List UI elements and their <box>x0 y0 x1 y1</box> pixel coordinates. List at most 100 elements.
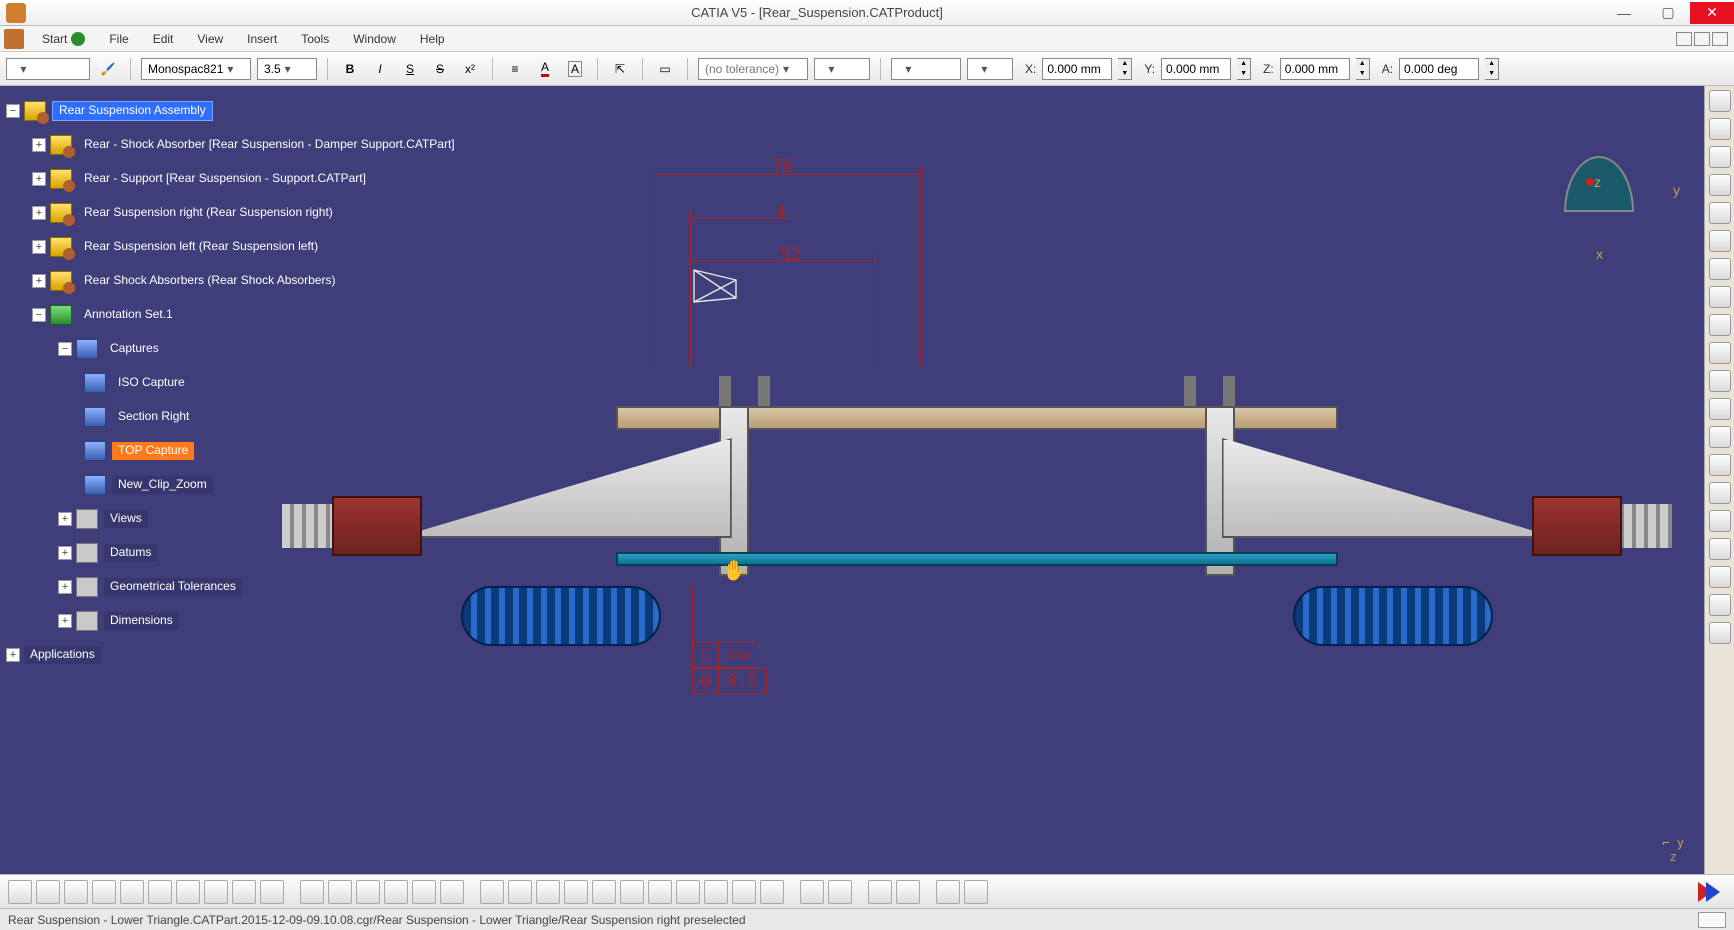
tool-icon[interactable] <box>356 880 380 904</box>
tool-icon[interactable] <box>1709 314 1731 336</box>
pan-icon[interactable] <box>508 880 532 904</box>
tool-icon[interactable] <box>1709 426 1731 448</box>
tree-expander[interactable]: + <box>32 138 46 152</box>
brush-icon[interactable]: 🖌️ <box>96 58 120 80</box>
formula-icon[interactable] <box>300 880 324 904</box>
z-spin[interactable]: ▲▼ <box>1356 58 1370 80</box>
tree-expander[interactable]: + <box>58 580 72 594</box>
tree-item[interactable]: Datums <box>104 544 157 561</box>
tool-icon[interactable] <box>328 880 352 904</box>
hide-show-icon[interactable] <box>732 880 756 904</box>
tree-expander[interactable]: + <box>32 172 46 186</box>
tree-expander[interactable]: + <box>6 648 20 662</box>
tool-icon[interactable] <box>412 880 436 904</box>
tree-capture-active[interactable]: TOP Capture <box>112 442 194 459</box>
new-icon[interactable] <box>8 880 32 904</box>
y-input[interactable]: 0.000 mm <box>1161 58 1231 80</box>
close-button[interactable]: ✕ <box>1690 2 1734 24</box>
tree-expander[interactable]: + <box>32 240 46 254</box>
tree-item[interactable]: Geometrical Tolerances <box>104 578 242 595</box>
tool-icon[interactable] <box>1709 230 1731 252</box>
unit-combo-2[interactable]: ▾ <box>967 58 1013 80</box>
tool-icon[interactable] <box>1709 90 1731 112</box>
workspace-3d[interactable]: −Rear Suspension Assembly +Rear - Shock … <box>0 86 1734 874</box>
tool-icon[interactable] <box>1709 510 1731 532</box>
strike-button[interactable]: S <box>428 58 452 80</box>
menu-file[interactable]: File <box>97 28 140 50</box>
x-input[interactable]: 0.000 mm <box>1042 58 1112 80</box>
render-mode-icon[interactable] <box>704 880 728 904</box>
menu-view[interactable]: View <box>185 28 235 50</box>
swap-visible-icon[interactable] <box>760 880 784 904</box>
unit-combo-1[interactable]: ▾ <box>891 58 961 80</box>
mdi-restore[interactable] <box>1694 32 1710 46</box>
tree-capture[interactable]: New_Clip_Zoom <box>112 476 213 493</box>
open-icon[interactable] <box>36 880 60 904</box>
tool-icon[interactable] <box>1709 370 1731 392</box>
print-icon[interactable] <box>92 880 116 904</box>
tool-icon[interactable] <box>1709 482 1731 504</box>
normal-view-icon[interactable] <box>620 880 644 904</box>
fit-all-icon[interactable] <box>480 880 504 904</box>
style-combo[interactable]: ▾ <box>6 58 90 80</box>
tool-icon[interactable] <box>384 880 408 904</box>
tool-icon[interactable] <box>440 880 464 904</box>
menu-insert[interactable]: Insert <box>235 28 289 50</box>
tree-expander[interactable]: + <box>58 512 72 526</box>
x-spin[interactable]: ▲▼ <box>1118 58 1132 80</box>
italic-button[interactable]: I <box>368 58 392 80</box>
menu-tools[interactable]: Tools <box>289 28 341 50</box>
tol-val1[interactable]: ▾ <box>814 58 870 80</box>
select-icon[interactable] <box>1709 118 1731 140</box>
menu-help[interactable]: Help <box>408 28 457 50</box>
whatsthis-icon[interactable] <box>260 880 284 904</box>
y-spin[interactable]: ▲▼ <box>1237 58 1251 80</box>
tool-icon[interactable] <box>964 880 988 904</box>
mdi-close[interactable] <box>1712 32 1728 46</box>
tool-icon[interactable] <box>800 880 824 904</box>
zoom-in-icon[interactable] <box>564 880 588 904</box>
anchor-icon[interactable]: ⇱ <box>608 58 632 80</box>
compass-origin[interactable] <box>1586 178 1594 186</box>
tree-item[interactable]: Dimensions <box>104 612 179 629</box>
tree-item[interactable]: Captures <box>104 340 165 357</box>
highlight-button[interactable]: A <box>563 58 587 80</box>
tool-icon[interactable] <box>1709 538 1731 560</box>
tool-icon[interactable] <box>1709 566 1731 588</box>
save-icon[interactable] <box>64 880 88 904</box>
a-spin[interactable]: ▲▼ <box>1485 58 1499 80</box>
superscript-button[interactable]: x² <box>458 58 482 80</box>
tool-icon[interactable] <box>1709 398 1731 420</box>
paste-icon[interactable] <box>176 880 200 904</box>
tool-icon[interactable] <box>1709 286 1731 308</box>
tolerance-combo[interactable]: (no tolerance)▾ <box>698 58 808 80</box>
tool-icon[interactable] <box>1709 454 1731 476</box>
tree-capture[interactable]: Section Right <box>112 408 195 425</box>
gdandt-frame[interactable]: 0.5 <box>692 668 767 694</box>
tool-icon[interactable] <box>1709 342 1731 364</box>
underline-button[interactable]: S <box>398 58 422 80</box>
tree-expander[interactable]: + <box>32 206 46 220</box>
grid-icon[interactable] <box>868 880 892 904</box>
tree-item[interactable]: Annotation Set.1 <box>78 306 179 323</box>
align-button[interactable]: ≡ <box>503 58 527 80</box>
tool-icon[interactable] <box>1709 622 1731 644</box>
minimize-button[interactable]: — <box>1602 2 1646 24</box>
tool-icon[interactable] <box>1709 594 1731 616</box>
tree-expander[interactable]: − <box>6 104 20 118</box>
frame-icon[interactable]: ▭ <box>653 58 677 80</box>
menu-window[interactable]: Window <box>341 28 408 50</box>
a-input[interactable]: 0.000 deg <box>1399 58 1479 80</box>
tool-icon[interactable] <box>1709 258 1731 280</box>
menu-edit[interactable]: Edit <box>141 28 186 50</box>
menu-start[interactable]: Start <box>30 28 97 50</box>
grid-icon[interactable] <box>896 880 920 904</box>
rear-suspension-model[interactable] <box>332 346 1623 646</box>
gdandt-frame[interactable]: 3.5⌀ <box>692 642 760 668</box>
multi-view-icon[interactable] <box>648 880 672 904</box>
fontcolor-button[interactable]: A <box>533 58 557 80</box>
tool-icon[interactable] <box>1709 202 1731 224</box>
tree-item[interactable]: Applications <box>24 646 101 663</box>
copy-icon[interactable] <box>148 880 172 904</box>
cut-icon[interactable] <box>120 880 144 904</box>
